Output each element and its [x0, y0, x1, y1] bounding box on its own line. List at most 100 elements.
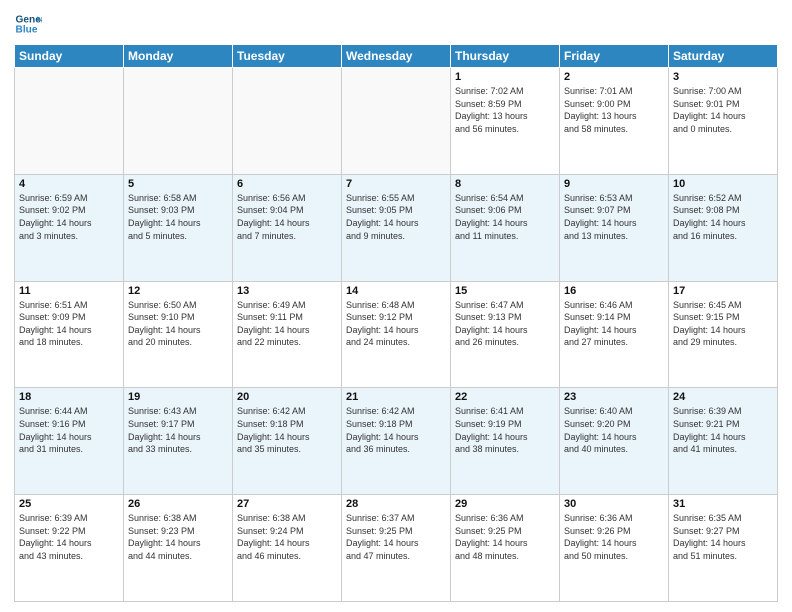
calendar-cell: 26 Sunrise: 6:38 AM Sunset: 9:23 PM Dayli… [124, 495, 233, 602]
calendar-day-header: Friday [560, 45, 669, 68]
day-number: 13 [237, 285, 337, 297]
calendar-day-header: Thursday [451, 45, 560, 68]
logo: General Blue [14, 10, 42, 38]
calendar-header-row: SundayMondayTuesdayWednesdayThursdayFrid… [15, 45, 778, 68]
calendar-cell: 25 Sunrise: 6:39 AM Sunset: 9:22 PM Dayli… [15, 495, 124, 602]
calendar-cell: 13 Sunrise: 6:49 AM Sunset: 9:11 PM Dayli… [233, 281, 342, 388]
page: General Blue SundayMondayTuesdayWednesda… [0, 0, 792, 612]
calendar-cell: 30 Sunrise: 6:36 AM Sunset: 9:26 PM Dayli… [560, 495, 669, 602]
day-number: 5 [128, 178, 228, 190]
day-number: 21 [346, 391, 446, 403]
day-number: 22 [455, 391, 555, 403]
day-info: Sunrise: 6:51 AM Sunset: 9:09 PM Dayligh… [19, 299, 119, 349]
day-info: Sunrise: 6:52 AM Sunset: 9:08 PM Dayligh… [673, 192, 773, 242]
day-number: 4 [19, 178, 119, 190]
day-number: 14 [346, 285, 446, 297]
calendar-day-header: Tuesday [233, 45, 342, 68]
calendar-day-header: Sunday [15, 45, 124, 68]
calendar-cell: 14 Sunrise: 6:48 AM Sunset: 9:12 PM Dayli… [342, 281, 451, 388]
day-number: 6 [237, 178, 337, 190]
logo-icon: General Blue [14, 10, 42, 38]
day-info: Sunrise: 6:58 AM Sunset: 9:03 PM Dayligh… [128, 192, 228, 242]
calendar-cell: 4 Sunrise: 6:59 AM Sunset: 9:02 PM Daylig… [15, 174, 124, 281]
day-info: Sunrise: 7:01 AM Sunset: 9:00 PM Dayligh… [564, 85, 664, 135]
day-info: Sunrise: 6:49 AM Sunset: 9:11 PM Dayligh… [237, 299, 337, 349]
day-info: Sunrise: 6:48 AM Sunset: 9:12 PM Dayligh… [346, 299, 446, 349]
day-info: Sunrise: 6:55 AM Sunset: 9:05 PM Dayligh… [346, 192, 446, 242]
day-info: Sunrise: 6:59 AM Sunset: 9:02 PM Dayligh… [19, 192, 119, 242]
calendar-cell: 15Sunrise: 6:47 AM Sunset: 9:13 PM Dayli… [451, 281, 560, 388]
calendar-week-row: 11 Sunrise: 6:51 AM Sunset: 9:09 PM Dayli… [15, 281, 778, 388]
calendar-cell: 19 Sunrise: 6:43 AM Sunset: 9:17 PM Dayli… [124, 388, 233, 495]
calendar-cell: 2 Sunrise: 7:01 AM Sunset: 9:00 PM Daylig… [560, 68, 669, 175]
day-info: Sunrise: 6:42 AM Sunset: 9:18 PM Dayligh… [346, 405, 446, 455]
day-number: 29 [455, 498, 555, 510]
day-number: 1 [455, 71, 555, 83]
day-number: 23 [564, 391, 664, 403]
day-number: 31 [673, 498, 773, 510]
day-number: 15 [455, 285, 555, 297]
day-info: Sunrise: 6:38 AM Sunset: 9:23 PM Dayligh… [128, 512, 228, 562]
day-number: 19 [128, 391, 228, 403]
day-info: Sunrise: 7:00 AM Sunset: 9:01 PM Dayligh… [673, 85, 773, 135]
day-info: Sunrise: 6:56 AM Sunset: 9:04 PM Dayligh… [237, 192, 337, 242]
day-info: Sunrise: 6:53 AM Sunset: 9:07 PM Dayligh… [564, 192, 664, 242]
calendar-cell: 3 Sunrise: 7:00 AM Sunset: 9:01 PM Daylig… [669, 68, 778, 175]
calendar-cell: 10 Sunrise: 6:52 AM Sunset: 9:08 PM Dayli… [669, 174, 778, 281]
day-info: Sunrise: 6:44 AM Sunset: 9:16 PM Dayligh… [19, 405, 119, 455]
calendar-cell: 28Sunrise: 6:37 AM Sunset: 9:25 PM Dayli… [342, 495, 451, 602]
calendar-cell: 1 Sunrise: 7:02 AM Sunset: 8:59 PM Daylig… [451, 68, 560, 175]
day-number: 2 [564, 71, 664, 83]
day-info: Sunrise: 6:39 AM Sunset: 9:22 PM Dayligh… [19, 512, 119, 562]
calendar-cell: 6 Sunrise: 6:56 AM Sunset: 9:04 PM Daylig… [233, 174, 342, 281]
day-info: Sunrise: 6:35 AM Sunset: 9:27 PM Dayligh… [673, 512, 773, 562]
calendar-week-row: 18 Sunrise: 6:44 AM Sunset: 9:16 PM Dayli… [15, 388, 778, 495]
calendar-cell [15, 68, 124, 175]
calendar-cell: 8Sunrise: 6:54 AM Sunset: 9:06 PM Daylig… [451, 174, 560, 281]
day-info: Sunrise: 6:41 AM Sunset: 9:19 PM Dayligh… [455, 405, 555, 455]
calendar-cell: 9Sunrise: 6:53 AM Sunset: 9:07 PM Daylig… [560, 174, 669, 281]
calendar-cell: 24Sunrise: 6:39 AM Sunset: 9:21 PM Dayli… [669, 388, 778, 495]
day-number: 24 [673, 391, 773, 403]
day-number: 11 [19, 285, 119, 297]
day-info: Sunrise: 6:40 AM Sunset: 9:20 PM Dayligh… [564, 405, 664, 455]
day-number: 30 [564, 498, 664, 510]
calendar-day-header: Saturday [669, 45, 778, 68]
day-number: 16 [564, 285, 664, 297]
day-info: Sunrise: 7:02 AM Sunset: 8:59 PM Dayligh… [455, 85, 555, 135]
calendar-cell: 21 Sunrise: 6:42 AM Sunset: 9:18 PM Dayli… [342, 388, 451, 495]
day-number: 27 [237, 498, 337, 510]
calendar-cell: 18 Sunrise: 6:44 AM Sunset: 9:16 PM Dayli… [15, 388, 124, 495]
day-number: 12 [128, 285, 228, 297]
day-info: Sunrise: 6:36 AM Sunset: 9:26 PM Dayligh… [564, 512, 664, 562]
day-info: Sunrise: 6:42 AM Sunset: 9:18 PM Dayligh… [237, 405, 337, 455]
calendar-week-row: 1 Sunrise: 7:02 AM Sunset: 8:59 PM Daylig… [15, 68, 778, 175]
day-number: 20 [237, 391, 337, 403]
header: General Blue [14, 10, 778, 38]
calendar-cell: 22 Sunrise: 6:41 AM Sunset: 9:19 PM Dayli… [451, 388, 560, 495]
day-number: 25 [19, 498, 119, 510]
calendar-week-row: 4 Sunrise: 6:59 AM Sunset: 9:02 PM Daylig… [15, 174, 778, 281]
calendar-cell: 11 Sunrise: 6:51 AM Sunset: 9:09 PM Dayli… [15, 281, 124, 388]
calendar-cell: 31 Sunrise: 6:35 AM Sunset: 9:27 PM Dayli… [669, 495, 778, 602]
day-number: 28 [346, 498, 446, 510]
day-info: Sunrise: 6:36 AM Sunset: 9:25 PM Dayligh… [455, 512, 555, 562]
calendar-day-header: Monday [124, 45, 233, 68]
calendar-cell: 29 Sunrise: 6:36 AM Sunset: 9:25 PM Dayli… [451, 495, 560, 602]
svg-text:Blue: Blue [16, 25, 38, 36]
day-number: 17 [673, 285, 773, 297]
day-number: 8 [455, 178, 555, 190]
calendar-cell: 27 Sunrise: 6:38 AM Sunset: 9:24 PM Dayli… [233, 495, 342, 602]
day-info: Sunrise: 6:46 AM Sunset: 9:14 PM Dayligh… [564, 299, 664, 349]
day-number: 3 [673, 71, 773, 83]
calendar-week-row: 25 Sunrise: 6:39 AM Sunset: 9:22 PM Dayli… [15, 495, 778, 602]
day-info: Sunrise: 6:43 AM Sunset: 9:17 PM Dayligh… [128, 405, 228, 455]
day-info: Sunrise: 6:38 AM Sunset: 9:24 PM Dayligh… [237, 512, 337, 562]
calendar-cell [342, 68, 451, 175]
calendar-table: SundayMondayTuesdayWednesdayThursdayFrid… [14, 44, 778, 602]
day-number: 26 [128, 498, 228, 510]
day-number: 10 [673, 178, 773, 190]
calendar-cell: 5 Sunrise: 6:58 AM Sunset: 9:03 PM Daylig… [124, 174, 233, 281]
calendar-cell: 7Sunrise: 6:55 AM Sunset: 9:05 PM Daylig… [342, 174, 451, 281]
day-number: 18 [19, 391, 119, 403]
